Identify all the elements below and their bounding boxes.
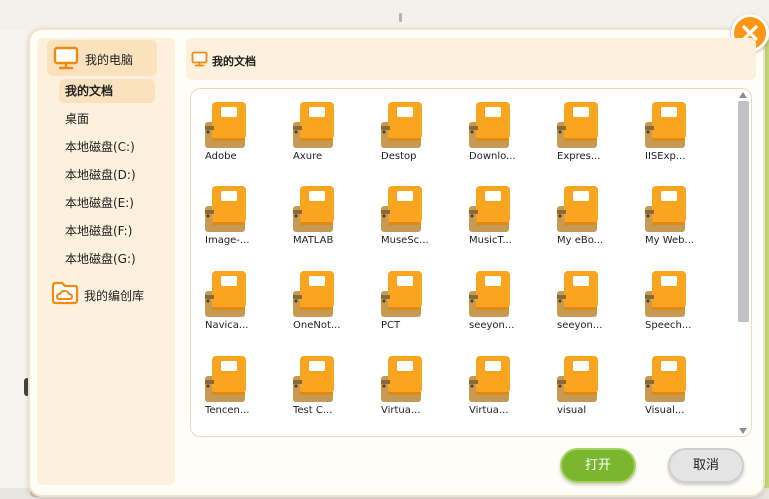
file-name: Visual... (645, 405, 685, 416)
folder-book-icon (645, 271, 687, 323)
computer-icon (53, 46, 79, 70)
file-item[interactable]: PCT (381, 271, 449, 341)
file-item[interactable]: Speech... (645, 271, 713, 341)
folder-book-icon (293, 186, 335, 238)
file-name: IISExp... (645, 151, 686, 162)
path-bar: 我的文档 (186, 38, 756, 80)
file-name: MusicT... (469, 235, 512, 246)
folder-book-icon (205, 271, 247, 323)
file-name: Navica... (205, 320, 249, 331)
folder-book-icon (293, 271, 335, 323)
file-name: Speech... (645, 320, 692, 331)
file-item[interactable]: Visual... (645, 356, 713, 426)
folder-book-icon (205, 356, 247, 408)
folder-book-icon (293, 102, 335, 154)
folder-book-icon (381, 271, 423, 323)
file-name: seeyon... (469, 320, 515, 331)
current-path-label: 我的文档 (212, 55, 256, 68)
file-name: Test C... (293, 405, 333, 416)
file-name: Virtua... (469, 405, 509, 416)
file-name: My Web... (645, 235, 695, 246)
folder-book-icon (645, 356, 687, 408)
file-name: My eBo... (557, 235, 604, 246)
folder-book-icon (469, 102, 511, 154)
sidebar-item-desktop[interactable]: 桌面 (59, 107, 155, 131)
file-item[interactable]: Tencen... (205, 356, 273, 426)
file-item[interactable]: Virtua... (469, 356, 537, 426)
file-name: Downlo... (469, 151, 516, 162)
folder-book-icon (557, 356, 599, 408)
file-name: MATLAB (293, 235, 334, 246)
file-name: MuseSc... (381, 235, 429, 246)
scroll-up-arrow-icon[interactable] (739, 92, 747, 98)
sidebar-item-label: 我的编创库 (84, 289, 145, 303)
file-name: Axure (293, 151, 323, 162)
folder-book-icon (645, 102, 687, 154)
folder-book-icon (381, 356, 423, 408)
folder-book-icon (293, 356, 335, 408)
file-item[interactable]: seeyon... (557, 271, 625, 341)
cancel-button[interactable]: 取消 (668, 448, 744, 483)
folder-book-icon (469, 356, 511, 408)
sidebar-item-library[interactable]: 我的编创库 (50, 280, 168, 308)
folder-book-icon (557, 271, 599, 323)
folder-book-icon (381, 186, 423, 238)
scroll-down-arrow-icon[interactable] (739, 428, 747, 434)
sidebar-item-disk-g[interactable]: 本地磁盘(G:) (59, 247, 155, 271)
drag-handle[interactable] (399, 13, 402, 22)
sidebar-item-disk-e[interactable]: 本地磁盘(E:) (59, 191, 155, 215)
computer-icon (191, 51, 208, 67)
sidebar-item-documents[interactable]: 我的文档 (59, 79, 155, 103)
sidebar-item-disk-f[interactable]: 本地磁盘(F:) (59, 219, 155, 243)
file-item[interactable]: My Web... (645, 186, 713, 256)
file-name: Destop (381, 151, 417, 162)
cloud-folder-icon (51, 281, 79, 305)
file-item[interactable]: Adobe (205, 102, 273, 172)
file-item[interactable]: Virtua... (381, 356, 449, 426)
file-item[interactable]: MATLAB (293, 186, 361, 256)
file-item[interactable]: visual (557, 356, 625, 426)
file-name: Adobe (205, 151, 237, 162)
file-item[interactable]: IISExp... (645, 102, 713, 172)
file-name: Image-... (205, 235, 250, 246)
file-item[interactable]: Expres... (557, 102, 625, 172)
file-item[interactable]: Test C... (293, 356, 361, 426)
background-top-bar (0, 0, 769, 30)
file-name: Tencen... (205, 405, 250, 416)
file-item[interactable]: Downlo... (469, 102, 537, 172)
file-name: PCT (381, 320, 401, 331)
file-name: seeyon... (557, 320, 603, 331)
folder-book-icon (469, 186, 511, 238)
file-item[interactable]: MusicT... (469, 186, 537, 256)
folder-book-icon (557, 186, 599, 238)
vertical-scrollbar-thumb[interactable] (738, 101, 749, 322)
sidebar-item-my-computer[interactable]: 我的电脑 (47, 40, 157, 76)
file-name: Virtua... (381, 405, 421, 416)
sidebar-item-disk-c[interactable]: 本地磁盘(C:) (59, 135, 155, 159)
folder-book-icon (205, 186, 247, 238)
folder-book-icon (469, 271, 511, 323)
file-item[interactable]: seeyon... (469, 271, 537, 341)
file-item[interactable]: Image-... (205, 186, 273, 256)
file-item[interactable]: Navica... (205, 271, 273, 341)
file-item[interactable]: Axure (293, 102, 361, 172)
file-name: Expres... (557, 151, 601, 162)
file-item[interactable]: Destop (381, 102, 449, 172)
file-item[interactable]: OneNot... (293, 271, 361, 341)
file-name: visual (557, 405, 587, 416)
folder-book-icon (205, 102, 247, 154)
file-name: OneNot... (293, 320, 341, 331)
file-item[interactable]: MuseSc... (381, 186, 449, 256)
folder-book-icon (645, 186, 687, 238)
sidebar-item-label: 我的电脑 (85, 53, 134, 67)
folder-book-icon (381, 102, 423, 154)
open-button[interactable]: 打开 (560, 448, 636, 483)
file-item[interactable]: My eBo... (557, 186, 625, 256)
sidebar-item-disk-d[interactable]: 本地磁盘(D:) (59, 163, 155, 187)
folder-book-icon (557, 102, 599, 154)
